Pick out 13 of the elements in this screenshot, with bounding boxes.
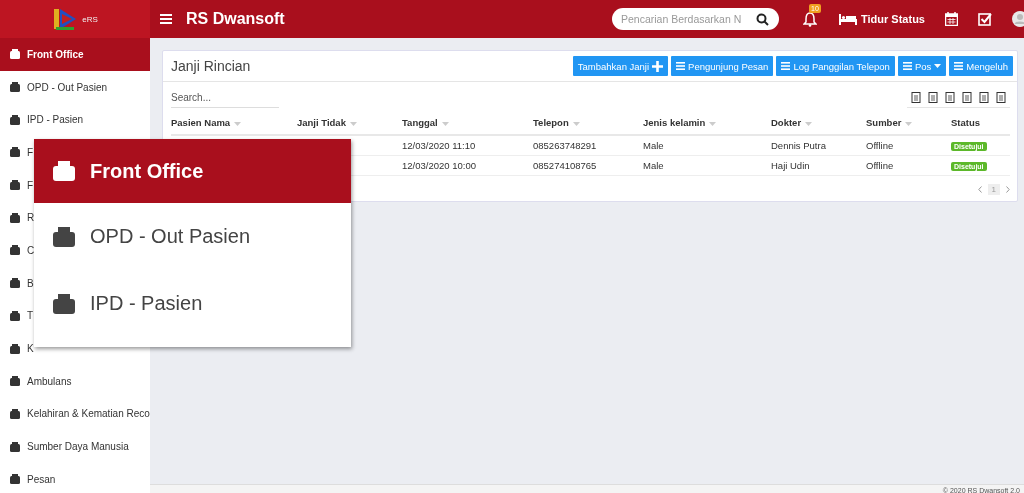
table-cell: Dennis Putra bbox=[771, 135, 866, 156]
table-cell: 085263748291 bbox=[533, 135, 643, 156]
table-cell: 085274108765 bbox=[533, 155, 643, 176]
table-cell: Haji Udin bbox=[771, 155, 866, 176]
table-cell: 12/03/2020 10:00 bbox=[402, 155, 533, 176]
logo-text: eRS bbox=[82, 14, 98, 24]
table-cell: Offline bbox=[866, 135, 951, 156]
app-title: RS Dwansoft bbox=[186, 10, 285, 28]
table-cell: Male bbox=[643, 135, 771, 156]
table-cell: Offline bbox=[866, 155, 951, 176]
card-title: Janji Rincian bbox=[171, 58, 251, 74]
table-cell: 12/03/2020 11:10 bbox=[402, 135, 533, 156]
table-cell: Male bbox=[643, 155, 771, 176]
